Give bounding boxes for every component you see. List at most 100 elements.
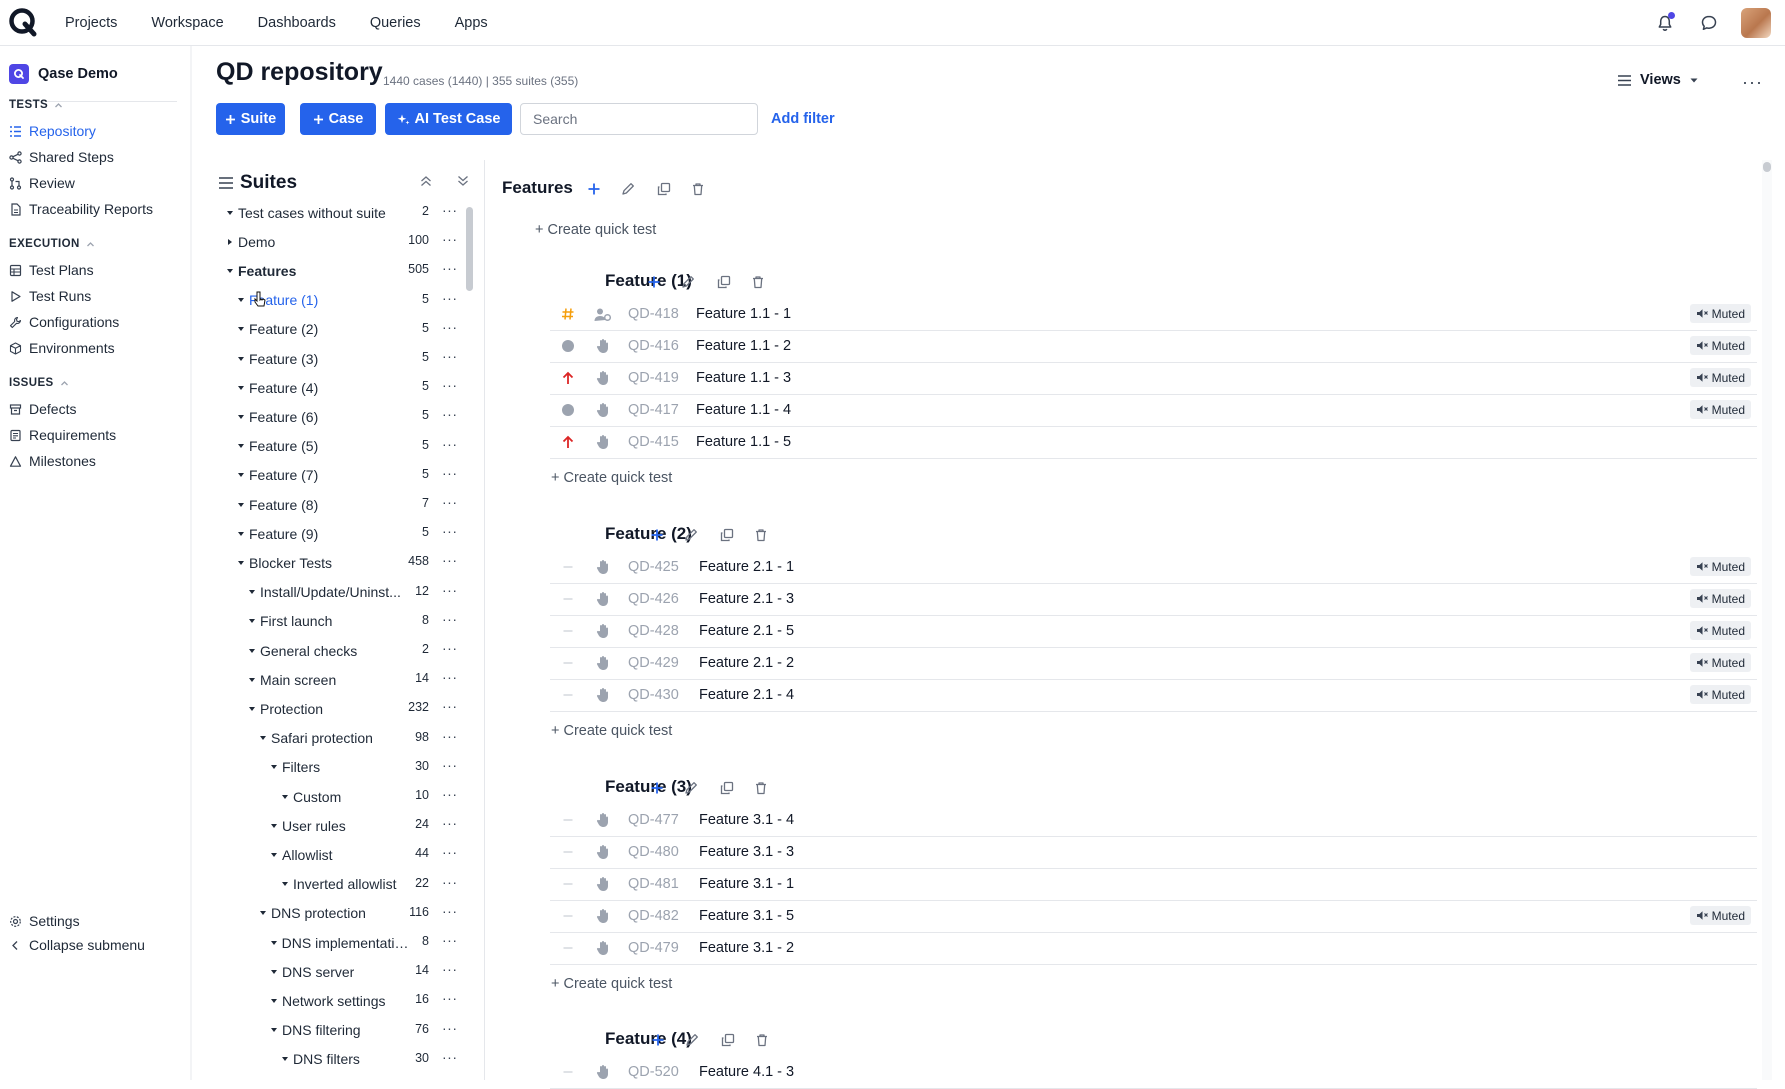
- caret-down-icon[interactable]: [268, 763, 280, 771]
- test-case-row[interactable]: QD-425 Feature 2.1 - 1 Muted: [550, 551, 1757, 584]
- case-title[interactable]: Feature 1.1 - 3: [696, 370, 791, 386]
- case-title[interactable]: Feature 1.1 - 1: [696, 306, 791, 322]
- case-title[interactable]: Feature 2.1 - 4: [699, 687, 794, 703]
- suite-tree-item[interactable]: Feature (8): [235, 490, 410, 519]
- suite-more-icon[interactable]: ···: [442, 844, 458, 860]
- caret-down-icon[interactable]: [235, 442, 247, 450]
- test-case-row[interactable]: QD-477 Feature 3.1 - 4: [550, 804, 1757, 837]
- sidebar-item-requirements[interactable]: Requirements: [9, 427, 116, 443]
- caret-down-icon[interactable]: [279, 880, 291, 888]
- search-input[interactable]: [520, 103, 758, 135]
- sidebar-item-test-runs[interactable]: Test Runs: [9, 288, 91, 304]
- caret-down-icon[interactable]: [246, 588, 258, 596]
- caret-down-icon[interactable]: [268, 997, 280, 1005]
- test-case-row[interactable]: QD-482 Feature 3.1 - 5 Muted: [550, 900, 1757, 933]
- create-quick-test-link[interactable]: + Create quick test: [551, 470, 672, 486]
- test-case-row[interactable]: QD-415 Feature 1.1 - 5: [550, 426, 1757, 459]
- caret-down-icon[interactable]: [224, 267, 236, 275]
- test-case-row[interactable]: QD-430 Feature 2.1 - 4 Muted: [550, 679, 1757, 712]
- trash-icon[interactable]: [691, 182, 705, 196]
- suite-more-icon[interactable]: ···: [442, 669, 458, 685]
- caret-down-icon[interactable]: [279, 793, 291, 801]
- test-case-row[interactable]: QD-480 Feature 3.1 - 3: [550, 836, 1757, 869]
- trash-icon[interactable]: [751, 275, 765, 289]
- edit-pencil-icon[interactable]: [685, 1033, 699, 1047]
- suite-tree-scrollbar[interactable]: [466, 207, 473, 291]
- suite-more-icon[interactable]: ···: [442, 757, 458, 773]
- suite-more-icon[interactable]: ···: [442, 348, 458, 364]
- suite-more-icon[interactable]: ···: [442, 319, 458, 335]
- suite-more-icon[interactable]: ···: [442, 874, 458, 890]
- create-quick-test-link[interactable]: + Create quick test: [551, 723, 672, 739]
- suite-tree-item[interactable]: Test cases without suite: [224, 198, 410, 227]
- caret-down-icon[interactable]: [246, 647, 258, 655]
- suite-tree-item[interactable]: Feature (7): [235, 461, 410, 490]
- project-switcher[interactable]: Qase Demo: [9, 64, 118, 84]
- test-case-row[interactable]: QD-479 Feature 3.1 - 2: [550, 932, 1757, 965]
- edit-pencil-icon[interactable]: [681, 275, 695, 289]
- caret-down-icon[interactable]: [235, 355, 247, 363]
- case-title[interactable]: Feature 3.1 - 3: [699, 844, 794, 860]
- caret-down-icon[interactable]: [224, 209, 236, 217]
- suite-more-icon[interactable]: ···: [442, 260, 458, 276]
- caret-down-icon[interactable]: [235, 296, 247, 304]
- suite-more-icon[interactable]: ···: [442, 1049, 458, 1065]
- edit-pencil-icon[interactable]: [684, 528, 698, 542]
- clone-icon[interactable]: [657, 182, 671, 196]
- trash-icon[interactable]: [755, 1033, 769, 1047]
- suite-more-icon[interactable]: ···: [442, 786, 458, 802]
- add-icon[interactable]: [647, 275, 661, 289]
- clone-icon[interactable]: [720, 528, 734, 542]
- more-options-button[interactable]: ···: [1742, 72, 1763, 93]
- expand-all-icon[interactable]: [456, 174, 470, 188]
- caret-down-icon[interactable]: [279, 1055, 291, 1063]
- test-case-row[interactable]: QD-428 Feature 2.1 - 5 Muted: [550, 615, 1757, 648]
- test-case-row[interactable]: QD-417 Feature 1.1 - 4 Muted: [550, 394, 1757, 427]
- case-title[interactable]: Feature 3.1 - 5: [699, 908, 794, 924]
- sidebar-item-configurations[interactable]: Configurations: [9, 314, 119, 330]
- suite-tree-item[interactable]: Safari protection: [257, 724, 410, 753]
- suite-tree-item[interactable]: Blocker Tests: [235, 548, 410, 577]
- clone-icon[interactable]: [717, 275, 731, 289]
- suite-more-icon[interactable]: ···: [442, 728, 458, 744]
- suite-more-icon[interactable]: ···: [442, 523, 458, 539]
- clone-icon[interactable]: [720, 781, 734, 795]
- suite-more-icon[interactable]: ···: [442, 436, 458, 452]
- caret-down-icon[interactable]: [268, 851, 280, 859]
- section-issues[interactable]: ISSUES: [9, 377, 69, 389]
- suite-more-icon[interactable]: ···: [442, 582, 458, 598]
- suite-tree-item[interactable]: Feature (3): [235, 344, 410, 373]
- suite-more-icon[interactable]: ···: [442, 494, 458, 510]
- suite-tree-item[interactable]: Features: [224, 256, 410, 285]
- collapse-all-icon[interactable]: [419, 174, 433, 188]
- suite-tree-item[interactable]: Feature (4): [235, 373, 410, 402]
- suite-tree-item[interactable]: Feature (6): [235, 402, 410, 431]
- edit-pencil-icon[interactable]: [684, 781, 698, 795]
- sidebar-item-repository[interactable]: Repository: [9, 123, 96, 139]
- caret-down-icon[interactable]: [235, 471, 247, 479]
- caret-down-icon[interactable]: [246, 617, 258, 625]
- suite-more-icon[interactable]: ···: [442, 932, 458, 948]
- collapse-submenu-button[interactable]: Collapse submenu: [9, 937, 145, 953]
- suite-tree-item[interactable]: Protection: [246, 694, 410, 723]
- suite-tree-item[interactable]: Feature (9): [235, 519, 410, 548]
- case-title[interactable]: Feature 3.1 - 4: [699, 812, 794, 828]
- case-title[interactable]: Feature 4.1 - 3: [699, 1064, 794, 1080]
- case-title[interactable]: Feature 1.1 - 5: [696, 434, 791, 450]
- caret-down-icon[interactable]: [235, 413, 247, 421]
- views-dropdown[interactable]: Views: [1617, 72, 1699, 88]
- sidebar-item-review[interactable]: Review: [9, 175, 75, 191]
- test-case-row[interactable]: QD-481 Feature 3.1 - 1: [550, 868, 1757, 901]
- suite-more-icon[interactable]: ···: [442, 961, 458, 977]
- caret-down-icon[interactable]: [268, 939, 280, 947]
- nav-queries[interactable]: Queries: [370, 15, 421, 31]
- suite-more-icon[interactable]: ···: [442, 377, 458, 393]
- caret-down-icon[interactable]: [235, 384, 247, 392]
- case-title[interactable]: Feature 3.1 - 2: [699, 940, 794, 956]
- test-case-row[interactable]: QD-426 Feature 2.1 - 3 Muted: [550, 583, 1757, 616]
- suite-tree-item[interactable]: First launch: [246, 607, 410, 636]
- add-case-button[interactable]: Case: [300, 103, 376, 135]
- sidebar-item-defects[interactable]: Defects: [9, 401, 76, 417]
- nav-apps[interactable]: Apps: [455, 15, 488, 31]
- suite-tree-item[interactable]: Feature (2): [235, 315, 410, 344]
